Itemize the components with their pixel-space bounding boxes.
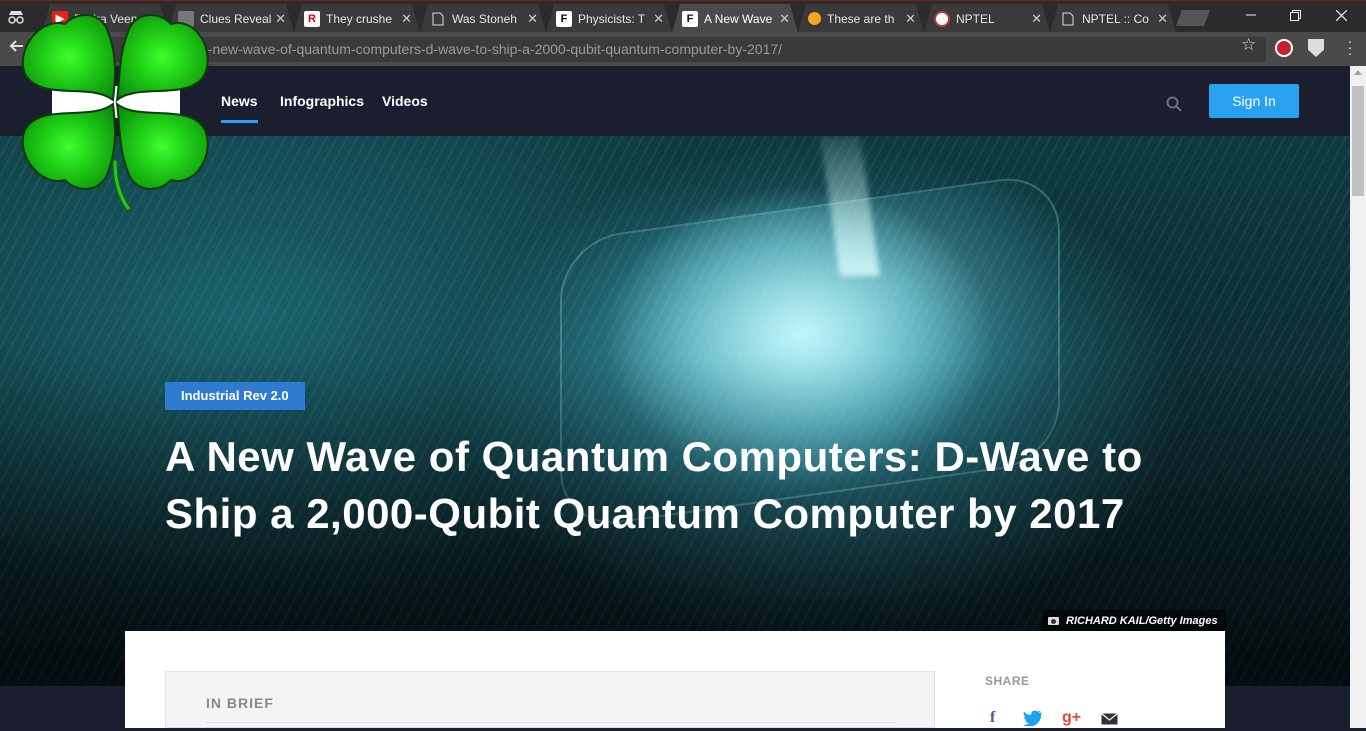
image-credit: RICHARD KAIL/Getty Images [1042,610,1226,632]
tab-these-are[interactable]: These are th ✕ [798,4,924,33]
category-tag[interactable]: Industrial Rev 2.0 [165,382,305,410]
tab-physicists[interactable]: F Physicists: T ✕ [546,4,672,33]
article-title: A New Wave of Quantum Computers: D-Wave … [165,433,1143,537]
close-tab-icon[interactable]: ✕ [274,11,286,27]
browser-menu-icon[interactable]: · · · [1344,34,1356,60]
scrollbar-thumb[interactable] [1352,86,1364,196]
tab-a-new-wave[interactable]: F A New Wave ✕ [672,4,798,33]
four-leaf-clover-icon [20,12,210,212]
sign-in-button[interactable]: Sign In [1209,84,1299,118]
close-tab-icon[interactable]: ✕ [400,11,412,27]
article-card: IN BRIEF SHARE f g+ [125,631,1225,728]
google-plus-icon[interactable]: g+ [1062,709,1081,727]
restore-button[interactable] [1272,1,1318,29]
tab-nptel-courses[interactable]: NPTEL :: Co ✕ [1050,4,1176,33]
scroll-up-arrow[interactable] [1354,70,1362,75]
f-icon: F [682,11,698,27]
close-tab-icon[interactable]: ✕ [652,11,664,27]
close-tab-icon[interactable]: ✕ [1156,11,1168,27]
page-icon [430,11,446,27]
camera-icon [1048,617,1059,625]
in-brief-box: IN BRIEF [165,671,935,728]
r-icon: R [304,11,320,27]
close-tab-icon[interactable]: ✕ [904,11,916,27]
tab-was-stonehenge[interactable]: Was Stoneh ✕ [420,4,546,33]
close-tab-icon[interactable]: ✕ [526,11,538,27]
page-icon [1060,11,1076,27]
circle-icon [808,12,821,25]
hero-image: Industrial Rev 2.0 A New Wave of Quantum… [0,136,1350,686]
share-label: SHARE [985,674,1030,688]
email-icon[interactable] [1101,712,1118,730]
tab-they-crushed[interactable]: R They crushe ✕ [294,4,420,33]
nav-videos[interactable]: Videos [382,93,428,109]
opera-extension-icon[interactable] [1275,39,1293,57]
f-icon: F [556,11,572,27]
new-tab-button[interactable] [1176,10,1210,26]
bookmark-star-icon[interactable]: ☆ [1241,35,1256,55]
nav-infographics[interactable]: Infographics [280,93,364,109]
nav-news[interactable]: News [221,93,258,123]
facebook-icon[interactable]: f [990,709,995,727]
address-bar[interactable]: a-new-wave-of-quantum-computers-d-wave-t… [74,37,1266,62]
in-brief-label: IN BRIEF [206,695,274,711]
nptel-icon [934,11,950,27]
search-icon[interactable] [1166,96,1182,112]
close-tab-icon[interactable]: ✕ [778,11,790,27]
minimize-button[interactable] [1228,1,1274,29]
tab-nptel[interactable]: NPTEL ✕ [924,4,1050,33]
close-window-button[interactable] [1318,1,1364,29]
close-tab-icon[interactable]: ✕ [1030,11,1042,27]
